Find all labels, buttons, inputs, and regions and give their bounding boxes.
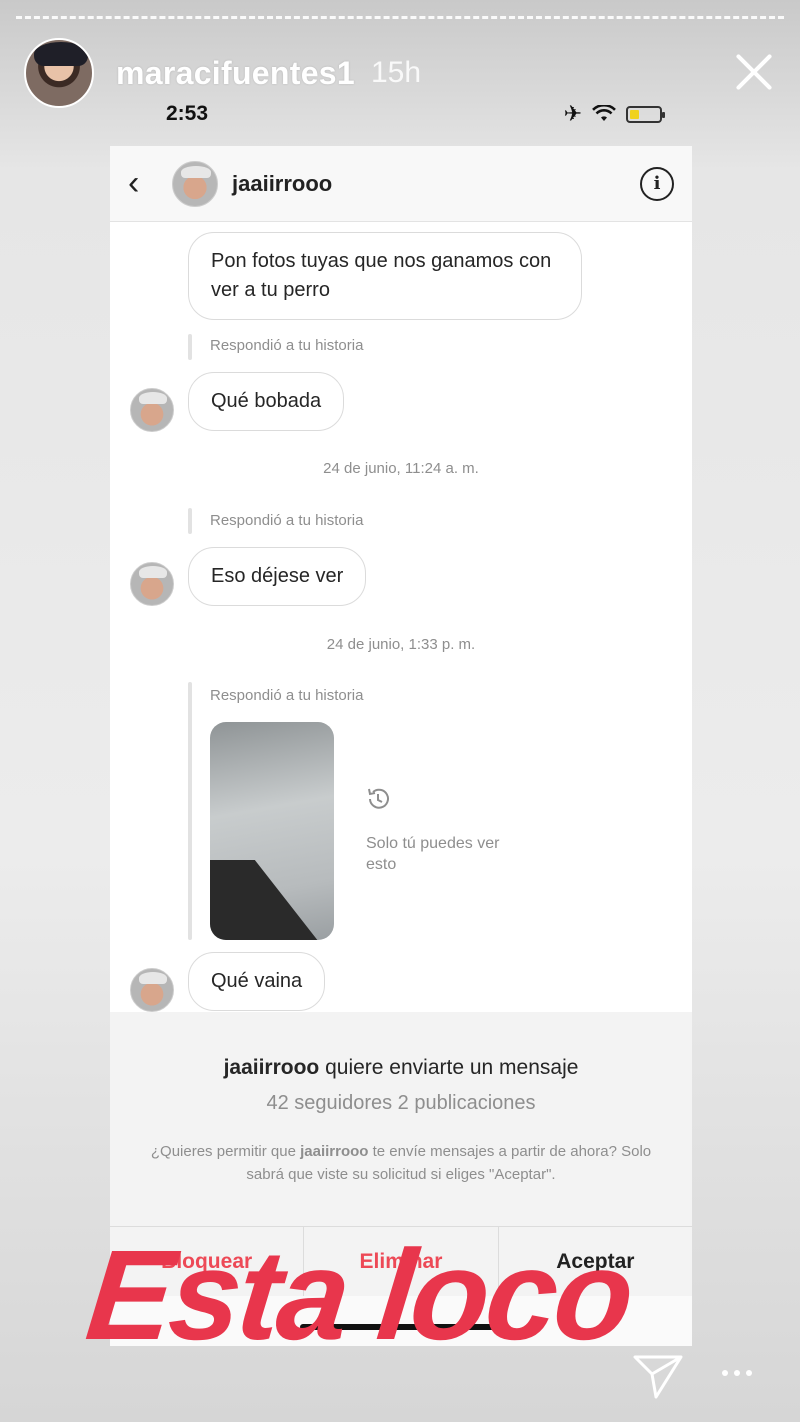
story-time-ago: 15h: [370, 56, 422, 89]
dm-screen: ‹ jaaiirrooo i Pon fotos tuyas que nos g…: [110, 146, 692, 1346]
back-chevron-icon[interactable]: ‹: [128, 164, 172, 203]
request-username: jaaiirrooo: [223, 1056, 320, 1079]
battery-icon: [626, 105, 665, 123]
request-desc-username: jaaiirrooo: [300, 1143, 369, 1160]
sender-avatar[interactable]: [130, 968, 174, 1012]
message-text: Pon fotos tuyas que nos ganamos con ver …: [211, 250, 552, 301]
story-author-avatar[interactable]: [24, 38, 94, 108]
reply-label: Respondió a tu historia: [210, 512, 364, 529]
inner-status-bar: 2:53 ✈: [110, 96, 690, 132]
contact-name[interactable]: jaaiirrooo: [232, 171, 640, 197]
close-icon[interactable]: [732, 50, 776, 94]
message-request-panel: jaaiirrooo quiere enviarte un mensaje 42…: [110, 1012, 692, 1226]
request-title: jaaiirrooo quiere enviarte un mensaje: [110, 1056, 692, 1080]
message-bubble: Pon fotos tuyas que nos ganamos con ver …: [188, 232, 582, 320]
dm-header: ‹ jaaiirrooo i: [110, 146, 692, 222]
more-options-icon[interactable]: [722, 1370, 752, 1376]
message-bubble: Qué bobada: [188, 372, 345, 431]
request-title-text: quiere enviarte un mensaje: [319, 1056, 579, 1079]
request-desc-prefix: ¿Quieres permitir que: [150, 1143, 301, 1160]
sender-avatar[interactable]: [130, 562, 174, 606]
message-text: Eso déjese ver: [211, 565, 344, 587]
message-text: Qué bobada: [211, 390, 322, 412]
message-bubble: Eso déjese ver: [188, 547, 367, 606]
reply-label: Respondió a tu historia: [210, 687, 364, 704]
replied-story-thumbnail[interactable]: [210, 722, 334, 940]
airplane-icon: ✈: [563, 101, 582, 126]
info-icon[interactable]: i: [640, 166, 674, 201]
sender-avatar[interactable]: [130, 388, 174, 432]
message-timestamp: 24 de junio, 11:24 a. m.: [323, 460, 479, 477]
story-text-sticker: Esta loco: [80, 1224, 638, 1367]
only-you-can-see-text: Solo tú puedes ver esto: [366, 835, 500, 873]
message-bubble: Qué vaina: [188, 952, 326, 1011]
request-description: ¿Quieres permitir que jaaiirrooo te enví…: [141, 1141, 661, 1186]
reply-indicator-bar: [188, 682, 192, 940]
status-icons: ✈: [563, 101, 665, 127]
message-timestamp: 24 de junio, 1:33 p. m.: [326, 636, 476, 653]
send-paper-plane-icon[interactable]: [632, 1352, 684, 1400]
clock: 2:53: [166, 102, 209, 125]
chat-thread[interactable]: Pon fotos tuyas que nos ganamos con ver …: [110, 222, 692, 1012]
story-author-username[interactable]: maracifuentes1: [116, 55, 355, 92]
request-stats: 42 seguidores 2 publicaciones: [266, 1092, 536, 1114]
history-icon: [368, 788, 389, 809]
message-text: Qué vaina: [211, 970, 303, 992]
wifi-icon: [592, 105, 616, 121]
contact-avatar[interactable]: [172, 160, 218, 207]
reply-label: Respondió a tu historia: [210, 337, 364, 354]
story-progress-bar: [16, 16, 784, 20]
